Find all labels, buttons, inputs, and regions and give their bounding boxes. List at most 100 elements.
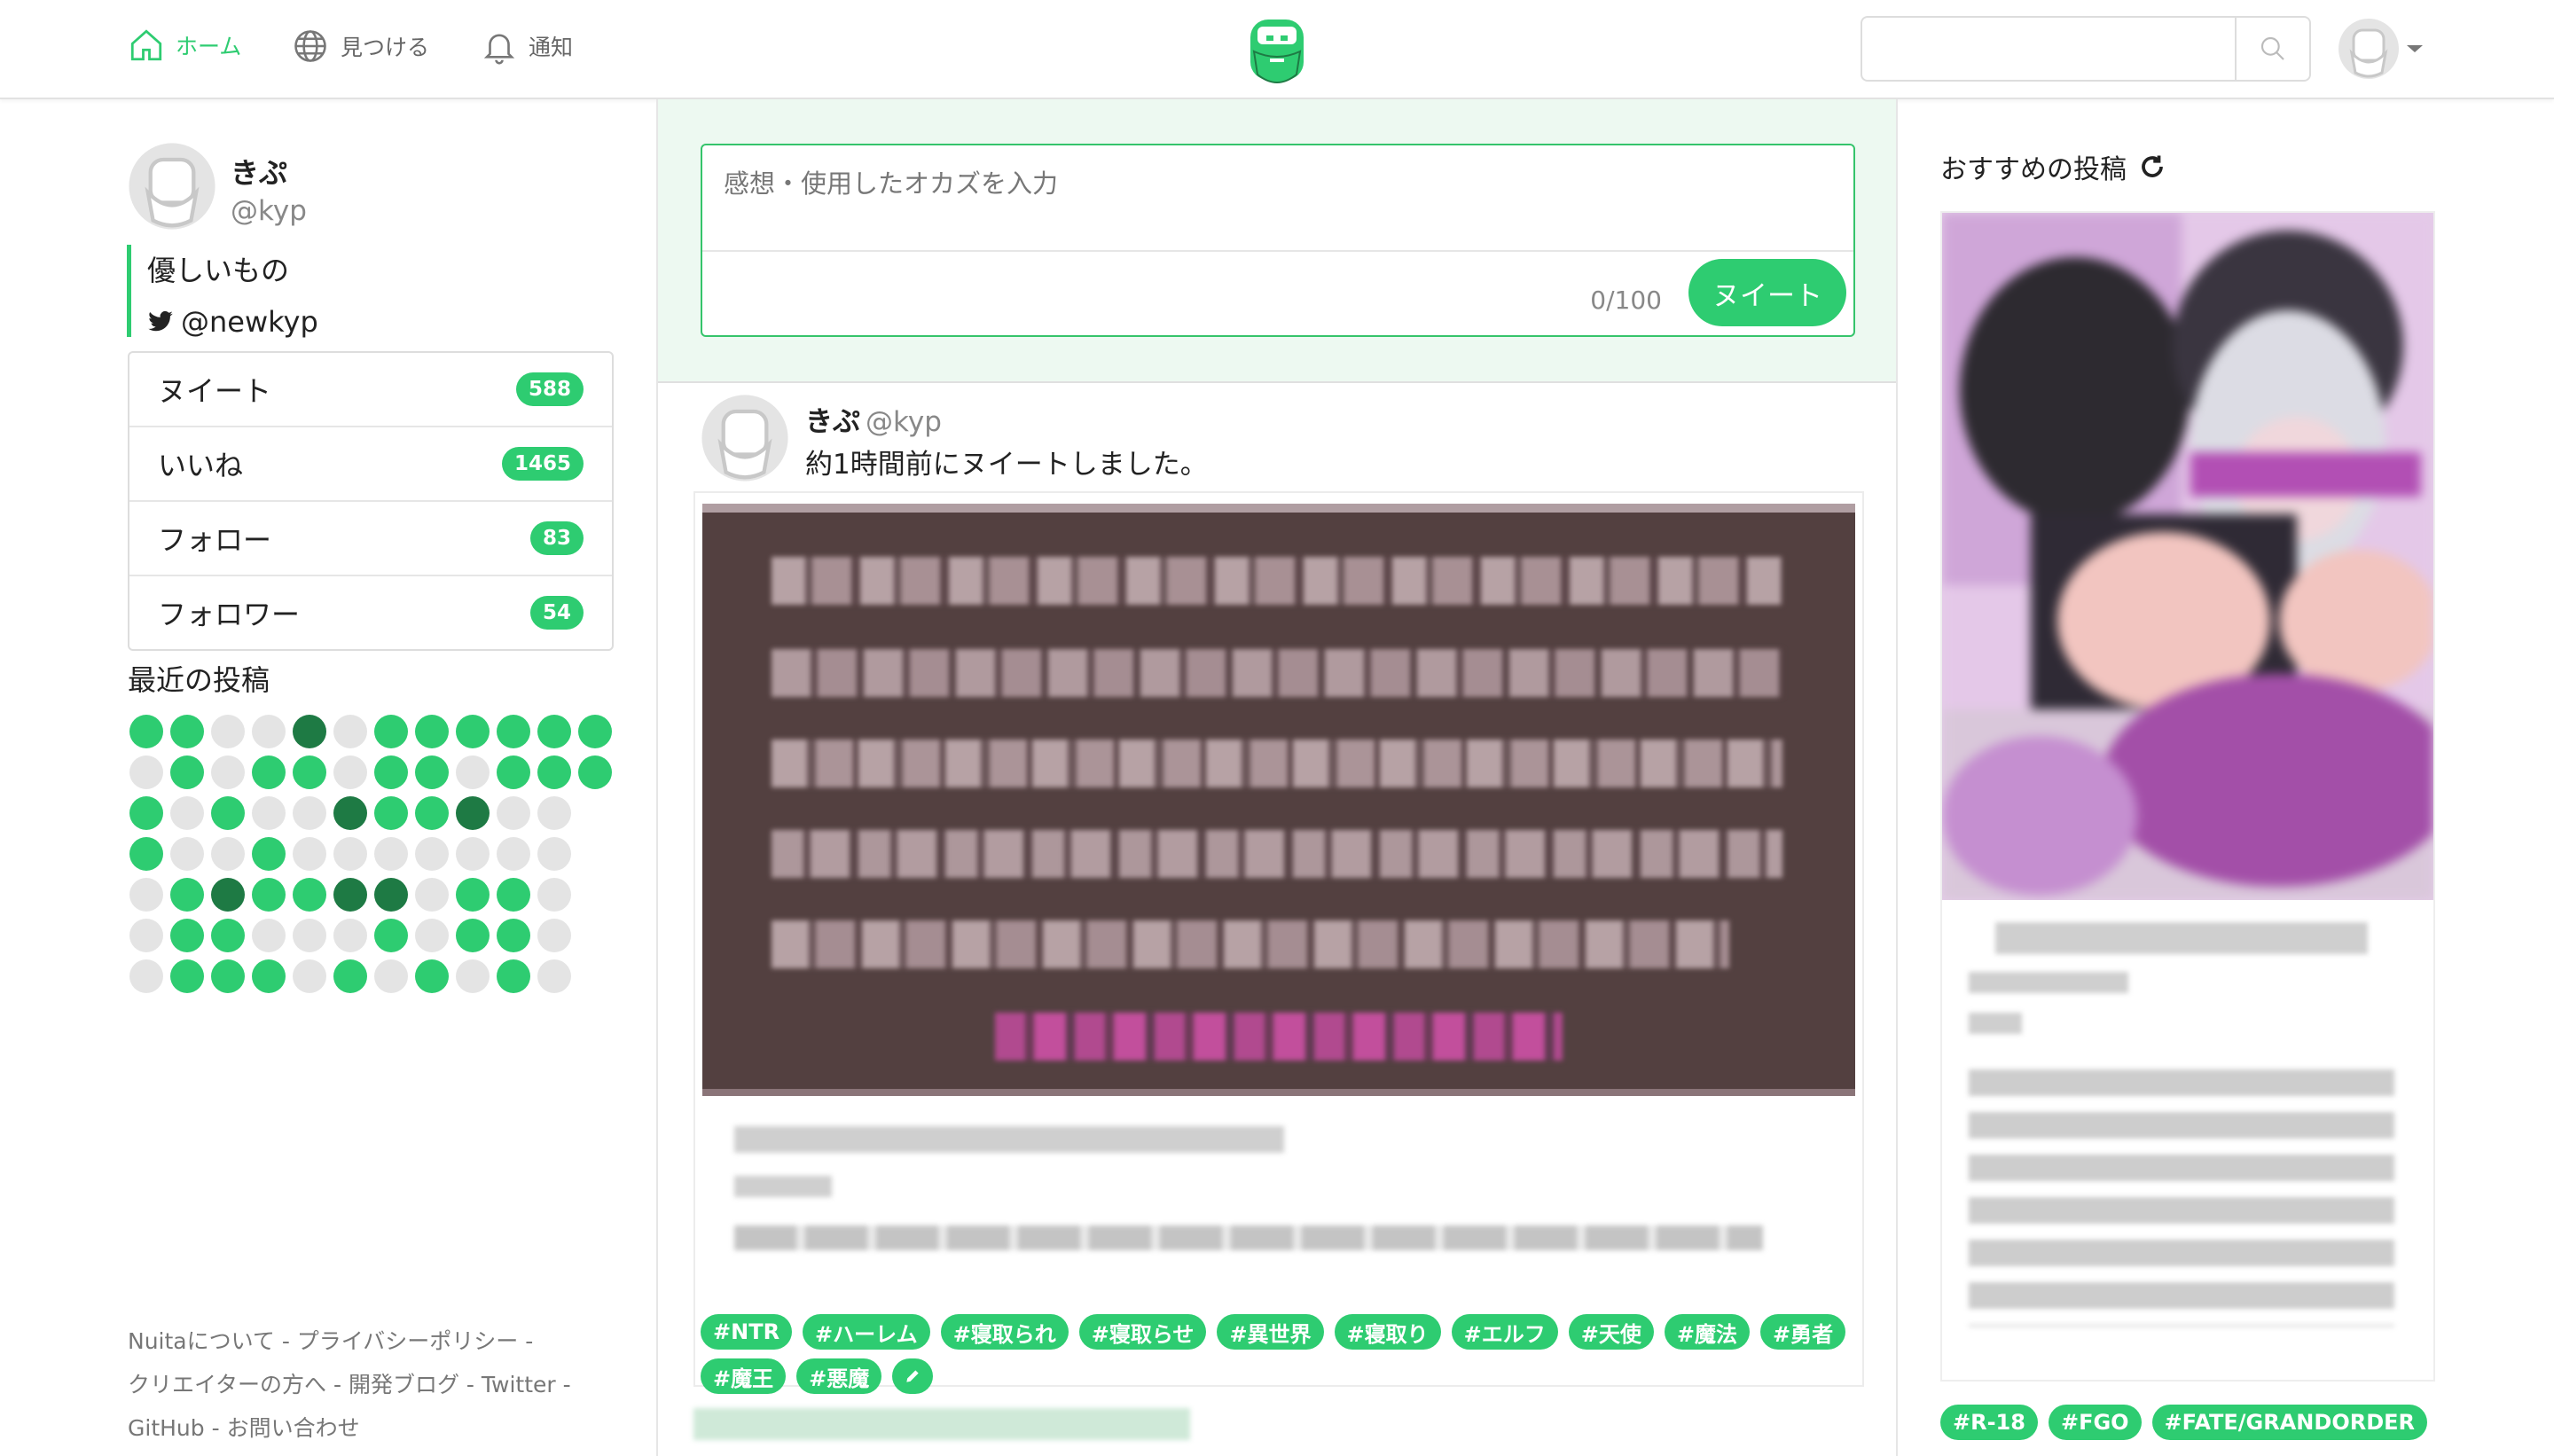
activity-dot[interactable] xyxy=(129,755,163,789)
activity-dot[interactable] xyxy=(333,837,367,871)
activity-dot[interactable] xyxy=(129,878,163,912)
activity-dot[interactable] xyxy=(374,919,408,952)
tag-chip[interactable]: #NTR xyxy=(701,1314,793,1350)
activity-dot[interactable] xyxy=(129,919,163,952)
activity-dot[interactable] xyxy=(537,715,571,748)
activity-dot[interactable] xyxy=(293,837,326,871)
activity-dot[interactable] xyxy=(415,796,449,830)
stat-nuits[interactable]: ヌイート 588 xyxy=(129,353,612,427)
activity-dot[interactable] xyxy=(456,715,490,748)
activity-dot[interactable] xyxy=(293,796,326,830)
tag-chip[interactable]: #魔王 xyxy=(701,1358,787,1394)
tag-chip[interactable]: #FATE/GRANDORDER xyxy=(2151,1405,2427,1440)
activity-dot[interactable] xyxy=(211,755,245,789)
activity-dot[interactable] xyxy=(415,715,449,748)
activity-dot[interactable] xyxy=(537,919,571,952)
activity-dot[interactable] xyxy=(456,755,490,789)
activity-dot[interactable] xyxy=(252,878,286,912)
activity-dot[interactable] xyxy=(211,919,245,952)
footer-blog-link[interactable]: 開発ブログ xyxy=(349,1372,459,1397)
activity-dot[interactable] xyxy=(374,715,408,748)
activity-dot[interactable] xyxy=(170,837,204,871)
search-input[interactable] xyxy=(1862,18,2235,80)
refresh-icon[interactable] xyxy=(2139,153,2166,180)
tag-chip[interactable]: #FGO xyxy=(2048,1405,2142,1440)
footer-twitter-link[interactable]: Twitter xyxy=(482,1372,556,1397)
tag-chip[interactable]: #魔法 xyxy=(1664,1314,1750,1350)
activity-dot[interactable] xyxy=(293,755,326,789)
activity-dot[interactable] xyxy=(293,878,326,912)
search-button[interactable] xyxy=(2235,18,2309,80)
submit-nuit-button[interactable]: ヌイート xyxy=(1688,259,1846,326)
activity-dot[interactable] xyxy=(333,755,367,789)
activity-dot[interactable] xyxy=(170,959,204,993)
activity-dot[interactable] xyxy=(252,715,286,748)
activity-dot[interactable] xyxy=(252,959,286,993)
composer-input[interactable]: 感想・使用したオカズを入力 xyxy=(724,163,1058,200)
nav-discover[interactable]: 見つける xyxy=(291,27,429,66)
activity-dot[interactable] xyxy=(497,715,530,748)
activity-dot[interactable] xyxy=(170,919,204,952)
footer-privacy-link[interactable]: プライバシーポリシー xyxy=(297,1328,519,1354)
activity-dot[interactable] xyxy=(415,837,449,871)
activity-dot[interactable] xyxy=(537,959,571,993)
activity-dot[interactable] xyxy=(170,755,204,789)
activity-dot[interactable] xyxy=(497,959,530,993)
activity-dot[interactable] xyxy=(456,878,490,912)
activity-dot[interactable] xyxy=(537,878,571,912)
activity-dot[interactable] xyxy=(170,715,204,748)
tag-chip[interactable]: #異世界 xyxy=(1217,1314,1324,1350)
user-menu[interactable] xyxy=(2338,18,2425,80)
profile-avatar[interactable] xyxy=(128,142,216,231)
activity-dot[interactable] xyxy=(374,796,408,830)
activity-dot[interactable] xyxy=(497,837,530,871)
activity-dot[interactable] xyxy=(333,959,367,993)
activity-dot[interactable] xyxy=(415,959,449,993)
activity-dot[interactable] xyxy=(252,837,286,871)
tag-chip[interactable]: #寝取らせ xyxy=(1078,1314,1207,1350)
footer-about-link[interactable]: Nuitaについて xyxy=(128,1328,275,1354)
activity-dot[interactable] xyxy=(456,959,490,993)
activity-dot[interactable] xyxy=(578,715,612,748)
activity-dot[interactable] xyxy=(252,755,286,789)
activity-dot[interactable] xyxy=(293,959,326,993)
activity-dot[interactable] xyxy=(497,878,530,912)
tag-chip[interactable]: #R-18 xyxy=(1940,1405,2038,1440)
tag-chip[interactable]: #寝取られ xyxy=(940,1314,1069,1350)
post-author[interactable]: きぷ @kyp xyxy=(805,399,942,439)
activity-dot[interactable] xyxy=(537,837,571,871)
activity-dot[interactable] xyxy=(211,959,245,993)
activity-dot[interactable] xyxy=(211,878,245,912)
activity-dot[interactable] xyxy=(333,715,367,748)
activity-dot[interactable] xyxy=(456,837,490,871)
nav-home[interactable]: ホーム xyxy=(128,27,241,64)
activity-dot[interactable] xyxy=(374,878,408,912)
stat-followers[interactable]: フォロワー 54 xyxy=(129,576,612,649)
link-card[interactable] xyxy=(693,491,1864,1387)
activity-dot[interactable] xyxy=(497,919,530,952)
tag-chip[interactable]: #ハーレム xyxy=(803,1314,930,1350)
activity-dot[interactable] xyxy=(293,919,326,952)
activity-dot[interactable] xyxy=(578,755,612,789)
activity-dot[interactable] xyxy=(456,919,490,952)
activity-dot[interactable] xyxy=(252,919,286,952)
tag-chip[interactable]: #寝取り xyxy=(1334,1314,1441,1350)
activity-dot[interactable] xyxy=(211,796,245,830)
activity-dot[interactable] xyxy=(415,919,449,952)
twitter-link[interactable]: @newkyp xyxy=(147,296,318,348)
activity-dot[interactable] xyxy=(333,878,367,912)
activity-dot[interactable] xyxy=(170,878,204,912)
tag-chip[interactable]: #天使 xyxy=(1568,1314,1654,1350)
nav-notifications[interactable]: 通知 xyxy=(481,27,573,66)
activity-dot[interactable] xyxy=(415,755,449,789)
activity-dot[interactable] xyxy=(170,796,204,830)
tag-chip[interactable]: #悪魔 xyxy=(796,1358,882,1394)
activity-dot[interactable] xyxy=(333,919,367,952)
activity-dot[interactable] xyxy=(129,796,163,830)
tag-chip[interactable]: #勇者 xyxy=(1759,1314,1846,1350)
site-logo[interactable] xyxy=(1247,16,1307,90)
footer-contact-link[interactable]: お問い合わせ xyxy=(227,1415,360,1441)
activity-dot[interactable] xyxy=(374,755,408,789)
stat-following[interactable]: フォロー 83 xyxy=(129,502,612,576)
activity-dot[interactable] xyxy=(211,715,245,748)
